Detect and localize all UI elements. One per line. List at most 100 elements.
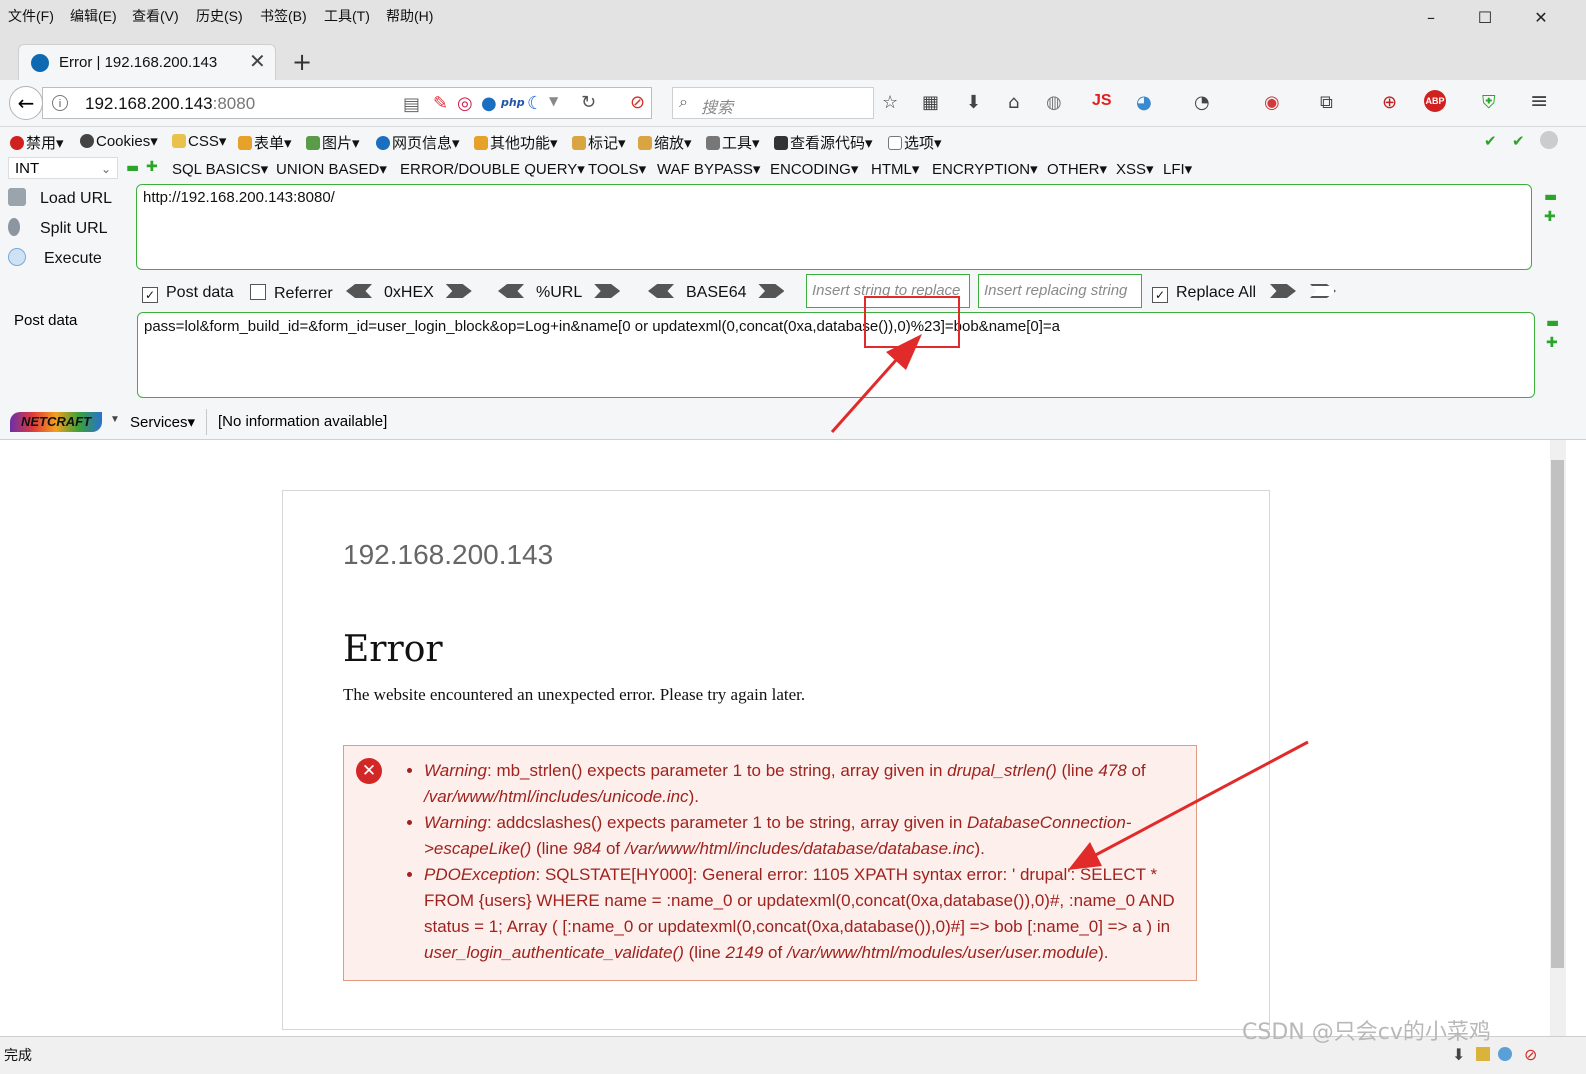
- services-menu[interactable]: Services▾: [130, 413, 195, 431]
- load-url-button[interactable]: Load URL: [8, 188, 112, 208]
- post-data-checkbox[interactable]: ✓ Post data: [142, 284, 234, 303]
- menu-html[interactable]: HTML▾: [871, 160, 919, 178]
- encode-arrow-icon[interactable]: [594, 284, 621, 298]
- menu-view[interactable]: 查看(V): [132, 6, 179, 26]
- int-select[interactable]: INT ⌄: [8, 157, 118, 179]
- menu-other[interactable]: OTHER▾: [1047, 160, 1107, 178]
- debian-icon[interactable]: ◎: [457, 93, 473, 114]
- url-plus-icon[interactable]: ✚: [1544, 209, 1556, 225]
- menu-icon[interactable]: ≡: [1530, 89, 1548, 114]
- js-icon[interactable]: JS: [1092, 92, 1112, 110]
- execute-button[interactable]: Execute: [8, 248, 102, 268]
- replace-string-input[interactable]: Insert replacing string: [978, 274, 1142, 308]
- feather-icon[interactable]: ✎: [433, 93, 448, 114]
- menu-sql-basics[interactable]: SQL BASICS▾: [172, 160, 268, 178]
- bm-page-info[interactable]: 网页信息▾: [376, 132, 460, 153]
- block-icon[interactable]: ⊘: [630, 92, 645, 113]
- post-minus-icon[interactable]: ▬: [1546, 315, 1559, 331]
- menu-help[interactable]: 帮助(H): [386, 6, 433, 26]
- menu-waf-bypass[interactable]: WAF BYPASS▾: [657, 160, 760, 178]
- home-icon[interactable]: ⌂: [1008, 92, 1019, 113]
- status-note-icon[interactable]: [1476, 1047, 1490, 1061]
- scrollbar-thumb[interactable]: [1551, 460, 1564, 968]
- url-minus-icon[interactable]: ▬: [1544, 189, 1557, 205]
- menu-encoding[interactable]: ENCODING▾: [770, 160, 858, 178]
- menu-lfi[interactable]: LFI▾: [1163, 160, 1192, 178]
- menu-tools[interactable]: 工具(T): [324, 6, 370, 26]
- reading-list-icon[interactable]: ▦: [922, 92, 939, 113]
- info-icon[interactable]: i: [52, 95, 68, 111]
- encode-arrow-icon[interactable]: [758, 284, 785, 298]
- site-name[interactable]: 192.168.200.143: [343, 539, 553, 571]
- replace-arrow-button[interactable]: [1258, 284, 1296, 302]
- bm-options[interactable]: 选项▾: [888, 132, 942, 153]
- bm-css[interactable]: CSS▾: [172, 132, 226, 150]
- decode-arrow-icon[interactable]: [346, 284, 372, 298]
- close-window-button[interactable]: ✕: [1518, 4, 1564, 32]
- drupal-icon[interactable]: ●: [481, 93, 497, 114]
- menu-xss[interactable]: XSS▾: [1116, 160, 1154, 178]
- shield-icon[interactable]: ⛨: [1482, 92, 1496, 113]
- tab-close-icon[interactable]: ✕: [249, 49, 266, 73]
- download-icon[interactable]: ⬇: [966, 92, 981, 113]
- maximize-button[interactable]: ☐: [1462, 4, 1508, 32]
- plus-icon[interactable]: ✚: [146, 159, 158, 175]
- netcraft-logo[interactable]: NETCRAFT: [10, 412, 102, 432]
- seo-icon[interactable]: ◕: [1136, 92, 1152, 113]
- menu-encryption[interactable]: ENCRYPTION▾: [932, 160, 1038, 178]
- jquery-icon[interactable]: ☾: [527, 93, 543, 114]
- replace-all-arrow-icon[interactable]: [1310, 284, 1336, 298]
- menu-tools[interactable]: TOOLS▾: [588, 160, 646, 178]
- hex-encoder[interactable]: 0xHEX: [346, 284, 472, 302]
- split-url-button[interactable]: Split URL: [8, 218, 108, 238]
- base64-encoder[interactable]: BASE64: [648, 284, 785, 302]
- reload-icon[interactable]: ↻: [581, 92, 596, 113]
- replace-all-arrow-button[interactable]: [1298, 284, 1336, 302]
- page-actions-icon[interactable]: ▤: [403, 94, 420, 115]
- bm-outline[interactable]: 标记▾: [572, 132, 626, 153]
- bm-cookies[interactable]: Cookies▾: [80, 132, 158, 150]
- menu-bookmarks[interactable]: 书签(B): [260, 6, 307, 26]
- adblock-icon[interactable]: ABP: [1424, 90, 1446, 112]
- search-tool-icon[interactable]: ⊕: [1382, 92, 1397, 113]
- star-icon[interactable]: ☆: [882, 92, 898, 113]
- bm-images[interactable]: 图片▾: [306, 132, 360, 153]
- tab-error[interactable]: Error | 192.168.200.143 ✕: [18, 44, 276, 80]
- back-button[interactable]: ←: [9, 86, 43, 120]
- bm-view-source[interactable]: 查看源代码▾: [774, 132, 873, 153]
- dropdown-icon[interactable]: ▼: [549, 94, 558, 108]
- bm-misc[interactable]: 其他功能▾: [474, 132, 558, 153]
- post-data-textarea[interactable]: pass=lol&form_build_id=&form_id=user_log…: [137, 312, 1535, 398]
- menu-history[interactable]: 历史(S): [196, 6, 243, 26]
- menu-file[interactable]: 文件(F): [8, 6, 54, 26]
- ninja-icon[interactable]: ◉: [1264, 92, 1280, 113]
- url-textarea[interactable]: http://192.168.200.143:8080/: [136, 184, 1532, 270]
- status-download-icon[interactable]: ⬇: [1452, 1045, 1465, 1064]
- bm-forms[interactable]: 表单▾: [238, 132, 292, 153]
- php-icon[interactable]: php: [501, 96, 525, 109]
- url-encoder[interactable]: %URL: [498, 284, 621, 302]
- devtools-icon[interactable]: ⧉: [1320, 92, 1333, 113]
- bm-disable[interactable]: 禁用▾: [10, 132, 64, 153]
- post-plus-icon[interactable]: ✚: [1546, 335, 1558, 351]
- minus-icon[interactable]: ▬: [126, 160, 139, 176]
- status-block-icon[interactable]: ⊘: [1524, 1045, 1537, 1064]
- bm-resize[interactable]: 缩放▾: [638, 132, 692, 153]
- minimize-button[interactable]: –: [1408, 4, 1454, 32]
- new-tab-button[interactable]: +: [292, 48, 312, 76]
- decode-arrow-icon[interactable]: [648, 284, 674, 298]
- status-globe-icon[interactable]: [1498, 1047, 1512, 1061]
- url-bar[interactable]: i 192.168.200.143:8080 ▤ ✎ ◎ ● php ☾ ▼ ↻: [42, 87, 652, 119]
- referrer-checkbox[interactable]: Referrer: [250, 284, 333, 303]
- menu-error-double-query[interactable]: ERROR/DOUBLE QUERY▾: [400, 160, 585, 178]
- netcraft-dropdown-icon[interactable]: ▼: [110, 414, 120, 425]
- menu-union-based[interactable]: UNION BASED▾: [276, 160, 387, 178]
- replace-all-checkbox[interactable]: ✓ Replace All: [1152, 284, 1256, 303]
- replace-arrow-icon[interactable]: [1270, 284, 1296, 298]
- menu-edit[interactable]: 编辑(E): [70, 6, 117, 26]
- encode-arrow-icon[interactable]: [445, 284, 472, 298]
- cookie-icon[interactable]: ◔: [1194, 92, 1210, 113]
- bm-tools[interactable]: 工具▾: [706, 132, 760, 153]
- globe-icon[interactable]: ◍: [1046, 92, 1062, 113]
- search-bar[interactable]: ⌕ 搜索: [672, 87, 874, 119]
